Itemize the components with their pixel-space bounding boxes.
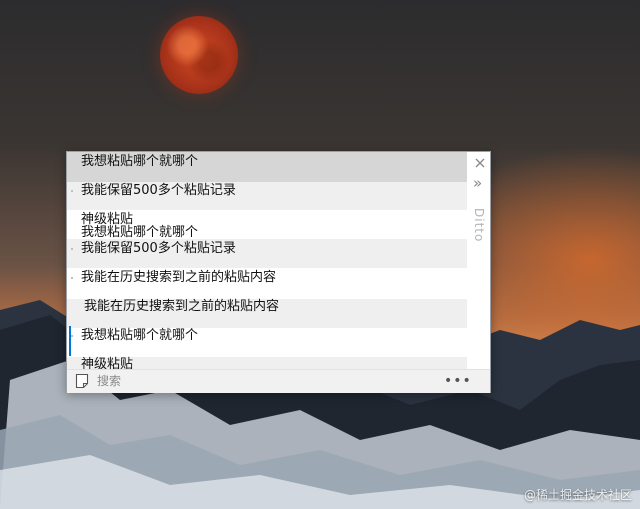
- row-marker: [71, 190, 73, 192]
- clip-list[interactable]: 我能保留500多个粘贴记录 神级粘贴 我想粘贴哪个就哪个 我能保留500多个粘贴…: [67, 182, 467, 370]
- more-horizontal-icon[interactable]: •••: [444, 370, 471, 392]
- clip-text: 我想粘贴哪个就哪个: [81, 154, 199, 169]
- focus-indicator: [69, 326, 71, 356]
- watermark-text: @稀土掘金技术社区: [523, 488, 632, 502]
- clip-text: 我能在历史搜索到之前的粘贴内容: [81, 270, 277, 285]
- chevron-double-right-icon[interactable]: »: [473, 176, 482, 191]
- clip-text: 我想粘贴哪个就哪个: [81, 328, 199, 343]
- note-icon[interactable]: [75, 373, 89, 389]
- row-marker: [71, 277, 73, 279]
- row-marker: [71, 248, 73, 250]
- search-input[interactable]: [97, 372, 397, 390]
- clip-text: 我能保留500多个粘贴记录: [81, 183, 236, 198]
- search-bar: •••: [67, 369, 490, 393]
- clip-text: 我能保留500多个粘贴记录: [81, 241, 236, 256]
- app-brand-label: Ditto: [472, 208, 486, 243]
- row-marker: [71, 335, 73, 337]
- side-bar: » Ditto: [468, 152, 490, 372]
- clip-text: 我想粘贴哪个就哪个: [81, 225, 199, 240]
- close-icon[interactable]: [473, 156, 487, 170]
- clip-row-selected[interactable]: 我想粘贴哪个就哪个: [67, 152, 467, 182]
- ditto-clipboard-window[interactable]: 我想粘贴哪个就哪个 » Ditto 我能保留500多个粘贴记录 神级粘贴 我想粘…: [66, 151, 491, 393]
- clip-text: 我能在历史搜索到之前的粘贴内容: [84, 299, 280, 314]
- moon-image: [160, 16, 238, 94]
